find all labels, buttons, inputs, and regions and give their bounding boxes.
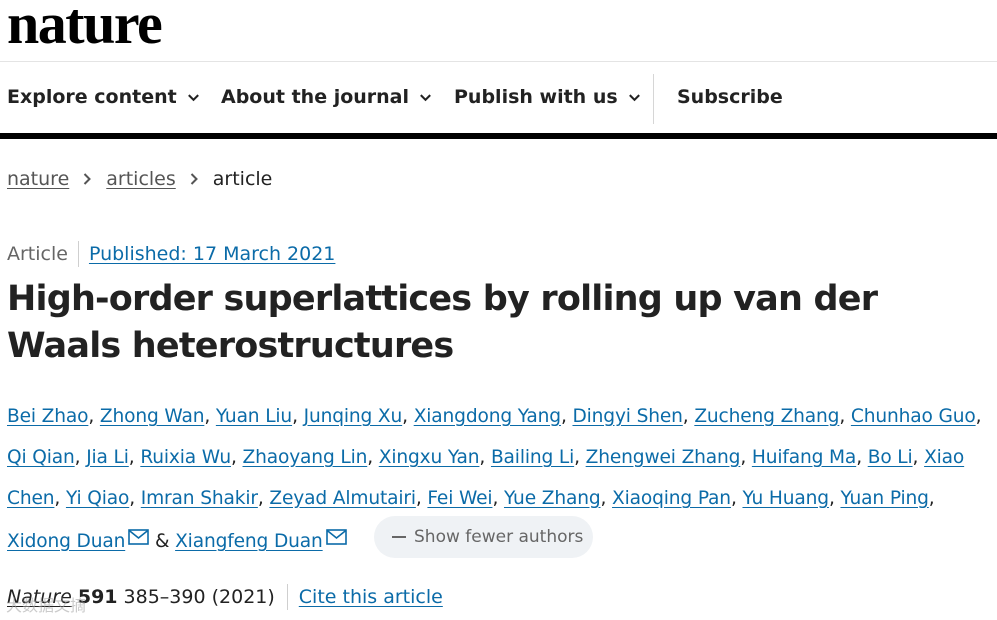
author-separator: ,	[574, 447, 586, 468]
mail-icon[interactable]	[128, 519, 150, 545]
nav-publish-with-us[interactable]: Publish with us	[454, 86, 642, 108]
header-divider	[0, 61, 997, 62]
author-separator: ,	[415, 488, 428, 509]
author-link[interactable]: Qi Qian	[7, 447, 75, 468]
author-separator: ,	[682, 406, 695, 427]
chevron-right-icon	[190, 173, 198, 185]
breadcrumb-link-nature[interactable]: nature	[7, 168, 69, 190]
chevron-down-icon	[420, 93, 431, 101]
author-link[interactable]: Xiangfeng Duan	[175, 531, 323, 552]
author-link[interactable]: Yue Zhang	[504, 488, 601, 509]
author-link[interactable]: Zhaoyang Lin	[243, 447, 368, 468]
breadcrumb: nature articles article	[7, 168, 272, 190]
author-link[interactable]: Zucheng Zhang	[694, 406, 839, 427]
author-link[interactable]: Yu Huang	[742, 488, 829, 509]
author-separator: ,	[54, 488, 66, 509]
nav-divider	[653, 74, 654, 124]
published-date-link[interactable]: Published: 17 March 2021	[89, 243, 335, 265]
nav-explore-content[interactable]: Explore content	[7, 86, 201, 108]
author-link[interactable]: Xiaoqing Pan	[612, 488, 731, 509]
article-meta: Article Published: 17 March 2021	[7, 241, 335, 267]
chevron-down-icon	[628, 93, 640, 101]
chevron-right-icon	[84, 173, 92, 185]
author-separator: ,	[740, 447, 752, 468]
nav-publish-with-us-label: Publish with us	[454, 86, 618, 108]
breadcrumb-current: article	[212, 168, 273, 190]
author-link[interactable]: Fei Wei	[427, 488, 492, 509]
main-nav: Explore content About the journal Publis…	[0, 72, 997, 124]
meta-divider	[77, 241, 79, 267]
journal-volume: 591	[77, 586, 118, 608]
author-link[interactable]: Xingxu Yan	[379, 447, 480, 468]
author-separator: ,	[492, 488, 504, 509]
author-separator: ,	[912, 447, 925, 468]
journal-pages-year: 385–390 (2021)	[123, 586, 275, 608]
author-link[interactable]: Yuan Liu	[216, 406, 292, 427]
nav-explore-content-label: Explore content	[7, 86, 177, 108]
mail-icon[interactable]	[325, 519, 347, 545]
citation-divider	[286, 584, 288, 610]
author-link[interactable]: Bei Zhao	[7, 406, 89, 427]
author-separator: ,	[975, 406, 982, 427]
author-separator: ,	[730, 488, 743, 509]
author-separator: ,	[230, 447, 243, 468]
author-link[interactable]: Zhong Wan	[100, 406, 205, 427]
author-link[interactable]: Yi Qiao	[66, 488, 129, 509]
author-link[interactable]: Zhengwei Zhang	[586, 447, 741, 468]
author-separator: ,	[88, 406, 100, 427]
author-link[interactable]: Jia Li	[86, 447, 129, 468]
nav-bottom-rule	[0, 133, 997, 139]
author-link[interactable]: Xiangdong Yang	[414, 406, 561, 427]
author-separator: ,	[828, 488, 841, 509]
author-separator: ,	[367, 447, 379, 468]
author-separator: ,	[600, 488, 613, 509]
author-link[interactable]: Dingyi Shen	[572, 406, 682, 427]
author-final-joiner: &	[149, 531, 176, 552]
author-link[interactable]: Xidong Duan	[7, 531, 125, 552]
article-title: High-order superlattices by rolling up v…	[7, 279, 878, 366]
journal-name-link[interactable]: Nature	[7, 586, 72, 608]
author-link[interactable]: Junqing Xu	[304, 406, 403, 427]
author-separator: ,	[928, 488, 935, 509]
show-fewer-authors-button[interactable]: Show fewer authors	[374, 516, 593, 558]
author-separator: ,	[128, 447, 141, 468]
author-separator: ,	[74, 447, 87, 468]
author-link[interactable]: Chunhao Guo	[851, 406, 976, 427]
breadcrumb-link-articles[interactable]: articles	[106, 168, 176, 190]
nature-logo[interactable]: nature	[7, 0, 163, 54]
article-type: Article	[7, 243, 68, 265]
nav-about-journal-label: About the journal	[221, 86, 410, 108]
nav-subscribe-label: Subscribe	[677, 86, 783, 108]
author-separator: ,	[204, 406, 216, 427]
author-separator: ,	[856, 447, 868, 468]
author-separator: ,	[560, 406, 573, 427]
author-link[interactable]: Bailing Li	[491, 447, 574, 468]
minus-icon	[392, 536, 406, 538]
author-separator: ,	[479, 447, 491, 468]
author-link[interactable]: Yuan Ping	[840, 488, 928, 509]
cite-this-article-link[interactable]: Cite this article	[299, 586, 443, 608]
author-link[interactable]: Zeyad Almutairi	[269, 488, 416, 509]
author-separator: ,	[257, 488, 270, 509]
author-link[interactable]: Huifang Ma	[752, 447, 856, 468]
author-separator: ,	[129, 488, 141, 509]
author-separator: ,	[402, 406, 414, 427]
author-link[interactable]: Imran Shakir	[141, 488, 258, 509]
author-link[interactable]: Ruixia Wu	[140, 447, 231, 468]
nav-subscribe[interactable]: Subscribe	[677, 86, 783, 108]
show-fewer-authors-label: Show fewer authors	[414, 527, 584, 547]
nav-about-journal[interactable]: About the journal	[221, 86, 433, 108]
author-separator: ,	[292, 406, 304, 427]
citation-line: Nature 591 385–390 (2021) Cite this arti…	[7, 584, 443, 610]
author-link[interactable]: Bo Li	[868, 447, 913, 468]
author-separator: ,	[839, 406, 851, 427]
chevron-down-icon	[187, 93, 199, 101]
